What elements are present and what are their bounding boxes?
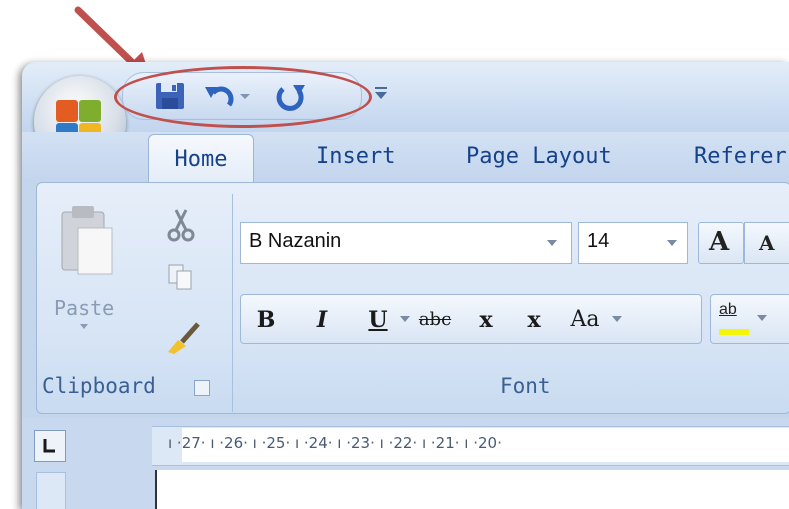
paste-icon xyxy=(61,206,113,275)
paste-dropdown-icon xyxy=(80,324,88,329)
vertical-ruler[interactable] xyxy=(36,472,66,509)
word-window: Home Insert Page Layout Referer Paste Cl… xyxy=(22,62,789,509)
grow-font-label: A xyxy=(709,227,730,257)
font-name-dropdown-icon[interactable] xyxy=(547,240,557,246)
paste-label: Paste xyxy=(54,296,115,320)
document-page[interactable] xyxy=(155,470,789,509)
cut-icon[interactable] xyxy=(166,208,196,242)
annotation-ellipse xyxy=(114,66,372,128)
tab-selector-icon[interactable] xyxy=(34,430,66,462)
bold-button[interactable]: B xyxy=(248,298,284,342)
ruler-marks: ı ·27· ı ·26· ı ·25· ı ·24· ı ·23· ı ·22… xyxy=(168,434,502,452)
font-size-combo[interactable]: 14 xyxy=(578,222,688,264)
font-size-value: 14 xyxy=(587,230,610,252)
highlight-button[interactable]: ab xyxy=(710,294,789,344)
copy-icon[interactable] xyxy=(166,262,196,292)
format-painter-icon[interactable] xyxy=(164,318,204,354)
font-name-combo[interactable]: B Nazanin xyxy=(240,222,572,264)
grow-font-button[interactable]: A xyxy=(698,222,744,264)
change-case-button[interactable]: Aa xyxy=(562,298,608,342)
highlight-icon: ab xyxy=(719,301,737,318)
change-case-dropdown-icon[interactable] xyxy=(612,316,622,322)
clipboard-launcher-icon[interactable] xyxy=(194,380,210,396)
font-size-dropdown-icon[interactable] xyxy=(667,240,677,246)
tab-home[interactable]: Home xyxy=(148,134,254,185)
tab-insert[interactable]: Insert xyxy=(316,132,395,182)
highlight-dropdown-icon[interactable] xyxy=(757,315,767,321)
strikethrough-button[interactable]: abc xyxy=(412,298,458,342)
shrink-font-label: A xyxy=(759,231,775,255)
highlight-color-bar xyxy=(719,329,749,335)
font-group-label: Font xyxy=(500,374,551,398)
ribbon-tabs: Home Insert Page Layout Referer xyxy=(22,132,789,185)
shrink-font-button[interactable]: A xyxy=(744,222,789,264)
subscript-button[interactable]: x xyxy=(468,298,504,342)
clipboard-group-label: Clipboard xyxy=(42,374,156,398)
paste-button[interactable]: Paste xyxy=(48,202,118,342)
underline-button[interactable]: U xyxy=(360,298,396,342)
tab-page-layout[interactable]: Page Layout xyxy=(466,132,612,182)
tab-references[interactable]: Referer xyxy=(694,132,787,182)
underline-dropdown-icon[interactable] xyxy=(400,316,410,322)
customize-qat-icon[interactable] xyxy=(370,82,392,104)
font-name-value: B Nazanin xyxy=(249,230,342,252)
italic-button[interactable]: I xyxy=(304,298,340,342)
superscript-button[interactable]: x xyxy=(516,298,552,342)
clipboard-group: Paste Clipboard xyxy=(40,194,233,412)
